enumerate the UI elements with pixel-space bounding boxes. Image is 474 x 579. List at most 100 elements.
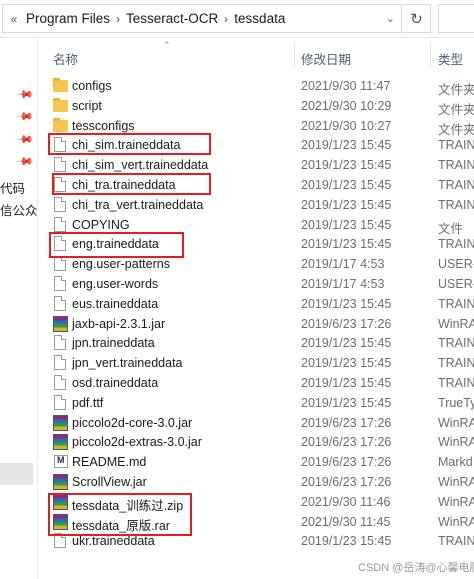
file-row[interactable]: README.md 2019/6/23 17:26 Markd: [38, 452, 474, 472]
folder-icon: [53, 97, 68, 112]
navigation-pane: 📌 📌 📌 📌 代码 信公众: [0, 38, 38, 579]
file-name[interactable]: configs: [72, 79, 112, 93]
file-modified-date: 2019/6/23 17:26: [301, 435, 392, 450]
nav-selected-item[interactable]: [0, 463, 33, 485]
file-modified-date: 2021/9/30 10:27: [301, 118, 392, 133]
breadcrumb-tessdata[interactable]: tessdata: [234, 11, 285, 26]
file-row[interactable]: piccolo2d-extras-3.0.jar 2019/6/23 17:26 W…: [38, 432, 474, 452]
column-divider[interactable]: [294, 42, 295, 68]
file-row[interactable]: chi_tra_vert.traineddata 2019/1/23 15:45 T…: [38, 195, 474, 215]
file-type: USER-: [438, 276, 474, 291]
file-row[interactable]: jaxb-api-2.3.1.jar 2019/6/23 17:26 WinRA: [38, 314, 474, 334]
file-modified-date: 2019/1/17 4:53: [301, 257, 385, 272]
file-name[interactable]: COPYING: [72, 218, 130, 232]
file-modified-date: 2021/9/30 10:29: [301, 98, 392, 113]
archive-icon: [53, 414, 68, 431]
file-row[interactable]: jpn_vert.traineddata 2019/1/23 15:45 TRAIN: [38, 353, 474, 373]
file-icon: [54, 335, 66, 351]
file-name[interactable]: README.md: [72, 455, 146, 469]
file-type: Markd: [438, 455, 473, 470]
folder-icon: [53, 78, 68, 92]
file-name[interactable]: ScrollView.jar: [72, 475, 147, 489]
file-row[interactable]: pdf.ttf 2019/1/23 15:45 TrueTy: [38, 393, 474, 413]
file-modified-date: 2021/9/30 11:46: [301, 494, 391, 509]
column-header-date[interactable]: 修改日期: [301, 49, 351, 68]
file-name[interactable]: jpn.traineddata: [72, 336, 155, 350]
chevron-down-icon[interactable]: ⌄: [386, 12, 395, 25]
file-name[interactable]: tessconfigs: [72, 119, 135, 133]
file-modified-date: 2019/1/23 15:45: [301, 356, 392, 371]
file-type: TRAIN: [438, 356, 474, 371]
archive-icon: [53, 473, 68, 490]
column-headers: ⌃ 名称 修改日期 类型: [38, 38, 474, 72]
file-row[interactable]: ScrollView.jar 2019/6/23 17:26 WinRA: [38, 472, 474, 492]
file-row[interactable]: chi_sim_vert.traineddata 2019/1/23 15:45 T…: [38, 155, 474, 175]
file-name[interactable]: eng.user-patterns: [72, 257, 170, 271]
file-icon: [54, 374, 66, 390]
column-header-name[interactable]: 名称: [53, 49, 78, 68]
file-type: TRAIN: [438, 534, 474, 549]
pin-icon: 📌: [15, 152, 34, 171]
file-name[interactable]: osd.traineddata: [72, 376, 158, 390]
file-name[interactable]: chi_tra_vert.traineddata: [72, 198, 203, 212]
file-modified-date: 2019/1/23 15:45: [301, 534, 392, 549]
overflow-crumbs-icon[interactable]: «: [5, 12, 23, 26]
search-input[interactable]: [438, 4, 474, 33]
file-icon: [54, 256, 66, 272]
file-modified-date: 2019/6/23 17:26: [301, 316, 392, 331]
address-bar-row: « Program Files › Tesseract-OCR › tessda…: [0, 0, 474, 38]
nav-item[interactable]: 信公众: [0, 200, 37, 219]
file-modified-date: 2019/1/23 15:45: [301, 217, 392, 232]
chevron-right-icon[interactable]: ›: [218, 12, 234, 26]
file-name[interactable]: piccolo2d-extras-3.0.jar: [72, 435, 202, 449]
file-name[interactable]: piccolo2d-core-3.0.jar: [72, 416, 192, 430]
file-name[interactable]: chi_sim_vert.traineddata: [72, 158, 208, 172]
pin-icon: 📌: [15, 107, 34, 126]
file-name[interactable]: script: [72, 99, 102, 113]
highlight-box: [48, 133, 211, 155]
file-icon: [54, 394, 66, 410]
folder-icon: [53, 117, 68, 132]
column-divider[interactable]: [430, 42, 431, 68]
file-name[interactable]: eus.traineddata: [72, 297, 158, 311]
pin-icon: 📌: [15, 130, 34, 149]
file-type: TRAIN: [438, 158, 474, 173]
breadcrumb-program-files[interactable]: Program Files: [26, 11, 110, 26]
highlight-box: [49, 232, 184, 258]
file-modified-date: 2019/6/23 17:26: [301, 455, 392, 470]
chevron-right-icon[interactable]: ›: [110, 12, 126, 26]
file-modified-date: 2021/9/30 11:47: [301, 79, 391, 93]
file-type: WinRA: [438, 415, 474, 430]
file-row[interactable]: eus.traineddata 2019/1/23 15:45 TRAIN: [38, 294, 474, 314]
file-name[interactable]: pdf.ttf: [72, 396, 103, 410]
nav-item[interactable]: 代码: [0, 178, 25, 197]
file-modified-date: 2019/1/23 15:45: [301, 375, 392, 390]
file-row[interactable]: eng.user-words 2019/1/17 4:53 USER-: [38, 274, 474, 294]
file-modified-date: 2019/6/23 17:26: [301, 415, 392, 430]
file-icon: [54, 275, 66, 291]
breadcrumb-tesseract-ocr[interactable]: Tesseract-OCR: [126, 11, 218, 26]
refresh-button[interactable]: ↻: [403, 4, 431, 33]
file-type: WinRA: [438, 435, 474, 450]
file-name[interactable]: eng.user-words: [72, 277, 158, 291]
file-name[interactable]: jaxb-api-2.3.1.jar: [72, 317, 165, 331]
address-bar[interactable]: « Program Files › Tesseract-OCR › tessda…: [2, 4, 402, 33]
file-row[interactable]: piccolo2d-core-3.0.jar 2019/6/23 17:26 Win…: [38, 413, 474, 433]
file-row[interactable]: jpn.traineddata 2019/1/23 15:45 TRAIN: [38, 333, 474, 353]
file-type: WinRA: [438, 514, 474, 529]
file-type: TRAIN: [438, 296, 474, 311]
file-modified-date: 2019/1/23 15:45: [301, 138, 392, 153]
file-modified-date: 2019/1/23 15:45: [301, 158, 392, 173]
file-row[interactable]: configs 2021/9/30 11:47 文件夹: [38, 76, 474, 97]
refresh-icon: ↻: [410, 10, 423, 28]
file-row[interactable]: osd.traineddata 2019/1/23 15:45 TRAIN: [38, 373, 474, 393]
file-name[interactable]: jpn_vert.traineddata: [72, 356, 183, 370]
file-row[interactable]: script 2021/9/30 10:29 文件夹: [38, 96, 474, 117]
file-icon: [54, 355, 66, 371]
file-type: USER-: [438, 257, 474, 272]
archive-icon: [53, 315, 68, 332]
file-type: WinRA: [438, 474, 474, 489]
file-name[interactable]: ukr.traineddata: [72, 534, 155, 548]
column-header-type[interactable]: 类型: [438, 49, 463, 68]
file-modified-date: 2019/1/23 15:45: [301, 197, 392, 212]
